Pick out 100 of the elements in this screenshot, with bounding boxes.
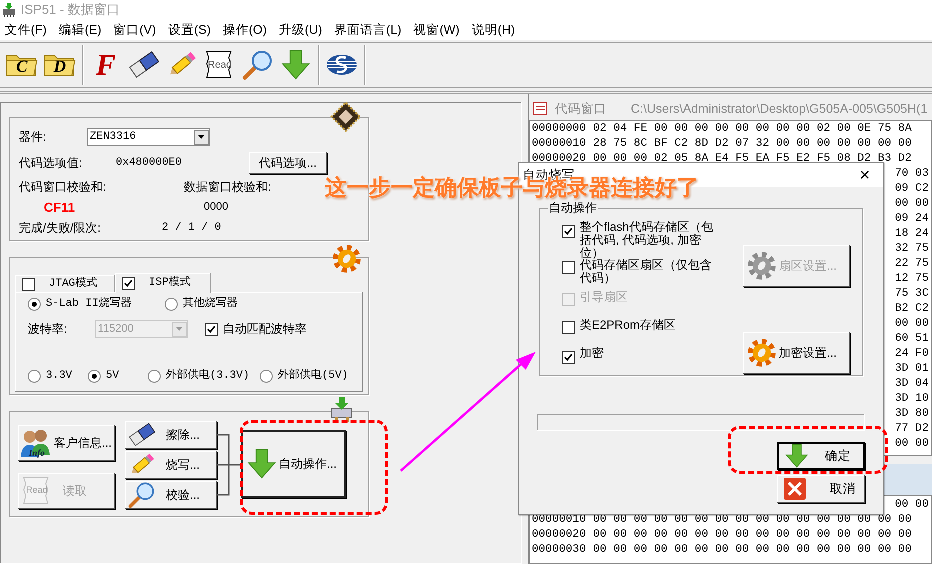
checkbox-label: 加密	[580, 346, 604, 360]
field-label: 代码窗口校验和:	[19, 179, 108, 196]
hex-bytes: 09 24	[895, 212, 929, 227]
hex-bytes: 00 00 00 00 00 00 00 00 00 00 00 00 00 00 00 00	[593, 528, 912, 543]
hex-bytes: 18 24	[895, 227, 929, 242]
logo-icon	[326, 54, 358, 76]
field-label: 器件:	[19, 129, 48, 146]
checkbox[interactable]	[562, 350, 575, 364]
caret-icon	[176, 327, 183, 331]
hex-address: 00000020	[532, 152, 586, 167]
step-button[interactable]: 校验...	[125, 481, 217, 509]
step-button[interactable]: 烧写...	[125, 451, 217, 479]
hex-bytes: 28 75 8C BF C2 8D D2 07 32 00 00 00 00 00 00 00	[593, 137, 912, 152]
gear-icon	[747, 251, 777, 281]
caret-icon	[198, 135, 205, 139]
folder-button[interactable]: D	[42, 45, 78, 85]
menu-item[interactable]: 设置(S)	[163, 20, 216, 40]
step-button[interactable]: 擦除...	[125, 421, 217, 449]
hex-bytes: 3D 10	[895, 392, 929, 407]
radio-button[interactable]	[88, 370, 101, 382]
hex-bytes: B2 C2	[895, 302, 929, 317]
magnifier-icon	[128, 481, 156, 509]
gear-icon	[332, 244, 362, 274]
hex-bytes: 32 75	[895, 242, 929, 257]
people-icon	[20, 427, 52, 459]
radio-label: 其他烧写器	[183, 296, 238, 312]
hex-bytes: 09 C2	[895, 182, 929, 197]
encrypt-settings-button[interactable]: 加密设置...	[743, 332, 850, 374]
hex-address: 00000010	[532, 137, 586, 152]
count-value: 2 / 1 / 0	[162, 220, 222, 236]
checkbox-label: 代码存储区扇区（仅包含代码）	[580, 259, 713, 285]
radio-button[interactable]	[260, 370, 273, 382]
option-value: 0x480000E0	[116, 156, 184, 171]
hex-bytes: 00 00	[895, 317, 929, 332]
hex-address: 00000020	[532, 528, 586, 543]
radio-label: 外部供电(3.3V)	[166, 368, 250, 384]
field-label: 代码选项值:	[19, 155, 84, 172]
hex-bytes: 02 04 FE 00 00 00 00 00 00 00 00 02 00 0E 75 8A	[593, 122, 912, 137]
window-title: ISP51 - 数据窗口	[21, 1, 120, 20]
format-button[interactable]: F	[88, 45, 124, 85]
menu-item[interactable]: 文件(F)	[0, 20, 52, 40]
hex-bytes: 12 75	[895, 272, 929, 287]
checkbox[interactable]	[122, 277, 135, 290]
field-label: 完成/失败/限次:	[19, 220, 102, 237]
hex-bytes: 00 00	[895, 437, 929, 452]
hex-bytes: 00 00 00 00 00 00 00 00 00 00 00 00 00 00 00 00	[593, 543, 912, 558]
hex-address: 00000030	[532, 543, 586, 558]
radio-button[interactable]	[148, 370, 161, 382]
radio-button[interactable]	[165, 298, 178, 310]
menu-item[interactable]: 视窗(W)	[408, 20, 465, 40]
hex-bytes: 77 D2	[895, 422, 929, 437]
radio-label: 3.3V	[46, 368, 72, 384]
radio-button[interactable]	[28, 298, 41, 310]
field-label: 波特率:	[28, 321, 68, 338]
menu-item[interactable]: 说明(H)	[466, 20, 520, 40]
checkbox-label: 自动匹配波特率	[223, 321, 307, 338]
app-icon	[2, 3, 16, 17]
radio-button[interactable]	[28, 370, 41, 382]
file-path: C:\Users\Administrator\Desktop\G505A-005\G505H(1	[631, 100, 928, 118]
checkbox[interactable]	[205, 322, 218, 336]
hex-bytes: 22 75	[895, 257, 929, 272]
mode-tab[interactable]: JTAG模式	[15, 275, 115, 292]
checkbox[interactable]	[562, 261, 575, 274]
folder-button[interactable]: C	[4, 45, 40, 85]
checksum-value: 0000	[204, 200, 228, 216]
checkbox[interactable]	[562, 320, 575, 334]
radio-label: 5V	[106, 368, 120, 384]
code-option-button[interactable]: 代码选项...	[249, 152, 327, 174]
checkbox[interactable]	[562, 225, 575, 238]
hex-bytes: 75 3C	[895, 287, 929, 302]
hex-address: 00000000	[532, 122, 586, 137]
eraser-icon	[128, 49, 160, 81]
device-dropdown[interactable]: ZEN3316	[87, 128, 210, 146]
gear-icon	[747, 338, 777, 368]
radio-label: S-Lab II烧写器	[46, 296, 132, 312]
hex-bytes: 3D 04	[895, 377, 929, 392]
menu-item[interactable]: 编辑(E)	[54, 20, 107, 40]
mode-tab[interactable]: ISP模式	[115, 273, 211, 293]
document-icon	[533, 101, 549, 117]
hex-bytes: 70 03	[895, 167, 929, 182]
down-arrow-icon	[247, 449, 277, 479]
ok-button[interactable]: 确定	[777, 442, 865, 470]
down-arrow-icon	[281, 50, 311, 80]
checkbox[interactable]	[22, 278, 35, 290]
cancel-button[interactable]: 取消	[777, 475, 865, 503]
checkbox-label: 引导扇区	[580, 290, 628, 304]
menu-item[interactable]: 界面语言(L)	[329, 20, 407, 40]
radio-label: 外部供电(5V)	[278, 368, 348, 384]
hex-bytes: 00 00	[895, 498, 929, 513]
checkbox-label: 整个flash代码存储区（包括代码, 代码选项, 加密位）	[580, 221, 714, 260]
checkbox-label: 类E2PRom存储区	[580, 318, 676, 332]
menu-item[interactable]: 升级(U)	[274, 20, 328, 40]
eraser-icon	[128, 421, 156, 449]
menu-item[interactable]: 窗口(V)	[108, 20, 162, 40]
hex-bytes: 60 51	[895, 332, 929, 347]
checksum-value: CF11	[44, 198, 76, 217]
auto-operation-button[interactable]: 自动操作...	[241, 430, 346, 498]
group-label: 自动操作	[548, 201, 598, 215]
hex-bytes: 3D 01	[895, 362, 929, 377]
menu-item[interactable]: 操作(O)	[218, 20, 272, 40]
